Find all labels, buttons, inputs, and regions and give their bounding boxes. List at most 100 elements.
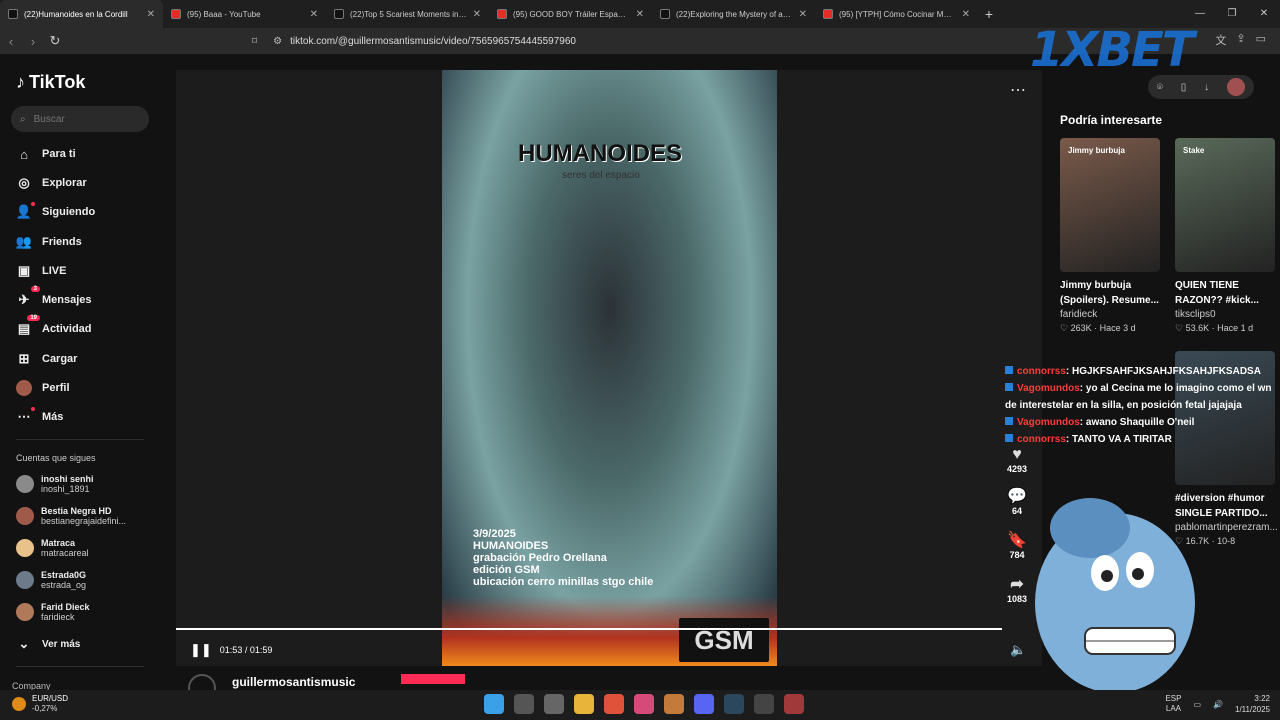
live-icon: ▣ bbox=[17, 263, 31, 278]
card-user[interactable]: faridieck bbox=[1060, 309, 1160, 320]
forward-button[interactable]: › bbox=[22, 34, 44, 49]
sidebar-item-para-ti[interactable]: ⌂ Para ti bbox=[16, 146, 76, 162]
card-title: QUIEN TIENE RAZON?? #kick... bbox=[1175, 280, 1259, 306]
following-header: Cuentas que sigues bbox=[16, 453, 96, 463]
video-player[interactable]: HUMANOIDES seres del espacio 3/9/2025 HUM… bbox=[442, 70, 777, 666]
task-view-icon[interactable] bbox=[544, 694, 564, 714]
card-user[interactable]: tiksclips0 bbox=[1175, 309, 1275, 320]
followed-account[interactable]: Farid Dieck faridieck bbox=[16, 602, 90, 622]
author-handle[interactable]: guillermosantismusic bbox=[232, 675, 355, 689]
like-button[interactable]: ♥ 4293 bbox=[1004, 446, 1030, 474]
follow-button[interactable] bbox=[401, 674, 466, 684]
pause-icon[interactable]: ❚❚ bbox=[190, 642, 212, 658]
sidebar-item-live[interactable]: ▣ LIVE bbox=[16, 263, 67, 279]
sidebar-item-label: Friends bbox=[42, 236, 82, 248]
cast-icon[interactable]: ▭ bbox=[1256, 32, 1266, 48]
ticker-widget[interactable]: EUR/USD -0,27% bbox=[12, 694, 68, 714]
sidebar-item-actividad[interactable]: ▤ 19 Actividad bbox=[16, 315, 92, 337]
chat-message: connorrss: HGJKFSAHFJKSAHJFKSAHJFKSADSA bbox=[1005, 363, 1275, 380]
obs-icon[interactable] bbox=[754, 694, 774, 714]
search-icon[interactable] bbox=[514, 694, 534, 714]
more-options-icon[interactable]: ⋯ bbox=[1010, 80, 1026, 100]
suggested-video-card[interactable]: Jimmy burbuja Jimmy burbuja (Spoilers). R… bbox=[1060, 138, 1160, 334]
account-handle: faridieck bbox=[41, 612, 75, 622]
steam-icon[interactable] bbox=[724, 694, 744, 714]
avatar[interactable] bbox=[1227, 78, 1246, 96]
media-player-icon[interactable] bbox=[634, 694, 654, 714]
compass-icon: ◎ bbox=[18, 175, 30, 190]
volume-icon[interactable]: 🔈 bbox=[1010, 642, 1026, 658]
followed-account[interactable]: Bestia Negra HD bestianegrajaidefini... bbox=[16, 506, 126, 526]
chat-text: : awano Shaquille O'neil bbox=[1079, 417, 1195, 428]
save-button[interactable]: 🔖 784 bbox=[1004, 530, 1030, 560]
app-icon[interactable] bbox=[664, 694, 684, 714]
close-tab-icon[interactable]: ✕ bbox=[473, 9, 481, 20]
sidebar-item-label: Explorar bbox=[42, 177, 87, 189]
share-arrow-icon: ➦ bbox=[1010, 576, 1024, 593]
tab-title: (95) [YTPH] Cómo Cocinar M13RD4 bbox=[839, 9, 956, 19]
avatar bbox=[16, 475, 34, 493]
browser-tab[interactable]: (22)Exploring the Mystery of a Ghost ✕ bbox=[652, 0, 815, 28]
progress-bar[interactable] bbox=[176, 628, 1002, 630]
new-tab-button[interactable]: + bbox=[978, 6, 1000, 22]
sidebar-item-friends[interactable]: 👥 Friends bbox=[16, 234, 82, 250]
close-tab-icon[interactable]: ✕ bbox=[799, 9, 807, 20]
sidebar-item-más[interactable]: ⋯ Más bbox=[16, 407, 63, 425]
followed-account[interactable]: inoshi senhi inoshi_1891 bbox=[16, 474, 94, 494]
browser-tab[interactable]: (95) GOOD BOY Tráiler Español Subti ✕ bbox=[489, 0, 652, 28]
browser-tab[interactable]: (22)Top 5 Scariest Moments in Ghost ✕ bbox=[326, 0, 489, 28]
bookmark-icon[interactable]: ⌑ bbox=[252, 36, 257, 47]
browser-tab[interactable]: (22)Humanoides en la Cordill ✕ bbox=[0, 0, 163, 28]
speaker-icon[interactable]: 🔊 bbox=[1213, 700, 1223, 709]
close-tab-icon[interactable]: ✕ bbox=[147, 9, 155, 20]
browser-tab[interactable]: (95) Baaa - YouTube ✕ bbox=[163, 0, 326, 28]
search-box[interactable]: ⌕ bbox=[11, 106, 149, 132]
sidebar-item-perfil[interactable]: Perfil bbox=[16, 380, 70, 396]
close-tab-icon[interactable]: ✕ bbox=[310, 9, 318, 20]
progress-fill bbox=[176, 628, 1002, 630]
tiktok-logo[interactable]: ♪ TikTok bbox=[16, 72, 85, 93]
close-window-button[interactable]: ✕ bbox=[1248, 0, 1280, 28]
network-icon[interactable]: ▭ bbox=[1193, 700, 1201, 709]
language-indicator[interactable]: ESP LAA bbox=[1165, 694, 1181, 714]
comment-count: 64 bbox=[1011, 506, 1022, 516]
home-icon: ⌂ bbox=[20, 146, 28, 162]
video-thumbnail[interactable]: Jimmy burbuja bbox=[1060, 138, 1160, 272]
back-button[interactable]: ‹ bbox=[0, 34, 22, 49]
brave-browser-icon[interactable] bbox=[604, 694, 624, 714]
site-info-icon[interactable]: ⚙ bbox=[273, 36, 282, 47]
followed-account[interactable]: Matraca matracareal bbox=[16, 538, 89, 558]
comment-button[interactable]: 💬 64 bbox=[1004, 486, 1030, 516]
windows-start-icon[interactable] bbox=[484, 694, 504, 714]
close-tab-icon[interactable]: ✕ bbox=[962, 9, 970, 20]
url-text[interactable]: tiktok.com/@guillermosantismusic/video/7… bbox=[290, 36, 576, 47]
sidebar-item-cargar[interactable]: ⊞ Cargar bbox=[16, 351, 78, 367]
video-thumbnail[interactable]: Stake bbox=[1175, 138, 1275, 272]
compass-icon[interactable]: ⌾ bbox=[1157, 82, 1163, 93]
divider bbox=[16, 439, 144, 440]
discord-icon[interactable] bbox=[694, 694, 714, 714]
device-icon[interactable]: ▯ bbox=[1181, 82, 1187, 93]
sidebar-item-siguiendo[interactable]: 👤 Siguiendo bbox=[16, 202, 95, 220]
search-input[interactable] bbox=[33, 113, 134, 125]
sidebar-item-explorar[interactable]: ◎ Explorar bbox=[16, 175, 87, 191]
download-icon[interactable]: ↓ bbox=[1204, 82, 1209, 93]
notification-badge: 3 bbox=[30, 286, 40, 292]
close-tab-icon[interactable]: ✕ bbox=[636, 9, 644, 20]
share-icon[interactable]: ⇪ bbox=[1236, 32, 1245, 48]
reload-button[interactable]: ↻ bbox=[44, 33, 66, 49]
clock[interactable]: 3:22 1/11/2025 bbox=[1235, 693, 1270, 715]
sidebar-item-mensajes[interactable]: ✈ 3 Mensajes bbox=[16, 286, 92, 308]
browser-tab[interactable]: (95) [YTPH] Cómo Cocinar M13RD4 ✕ bbox=[815, 0, 978, 28]
heart-icon: ♥ bbox=[1012, 446, 1022, 463]
see-more-link[interactable]: ⌄ Ver más bbox=[16, 636, 81, 652]
upload-icon: ⊞ bbox=[18, 351, 30, 366]
share-button[interactable]: ➦ 1083 bbox=[1004, 574, 1030, 604]
translate-icon[interactable]: 文 bbox=[1215, 32, 1226, 48]
valorant-icon[interactable] bbox=[784, 694, 804, 714]
suggested-video-card[interactable]: Stake QUIEN TIENE RAZON?? #kick... tikscli… bbox=[1175, 138, 1275, 334]
account-handle: matracareal bbox=[41, 548, 89, 558]
followed-account[interactable]: Estrada0G estrada_og bbox=[16, 570, 86, 590]
file-explorer-icon[interactable] bbox=[574, 694, 594, 714]
maximize-button[interactable]: ❐ bbox=[1216, 0, 1248, 28]
